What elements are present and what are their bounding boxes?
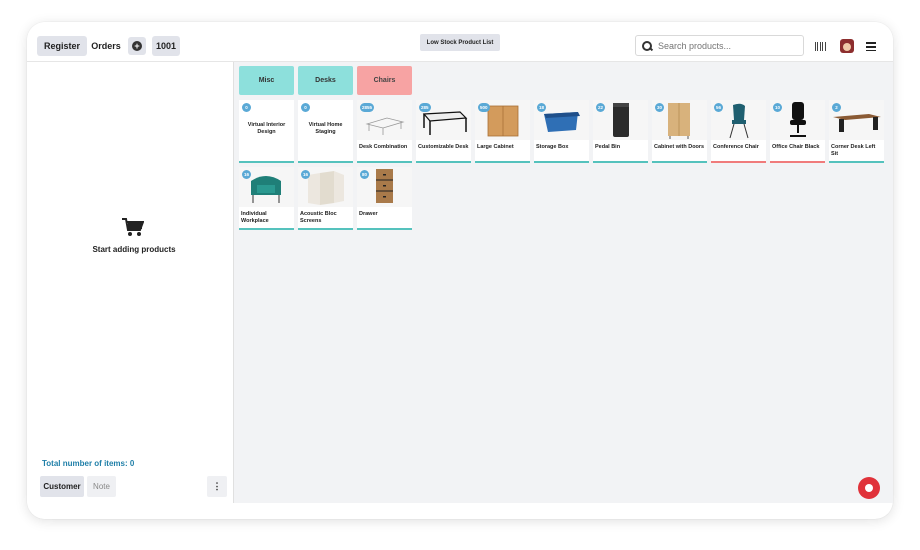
stock-status-bar	[475, 161, 530, 163]
stock-badge: 500	[478, 103, 490, 112]
stock-badge: 16	[301, 170, 311, 179]
product-card[interactable]: 80 Drawer	[357, 167, 412, 230]
product-card[interactable]: 0 Virtual Home Staging	[298, 100, 353, 163]
product-card[interactable]: 500 Large Cabinet	[475, 100, 530, 163]
stock-badge: 2	[832, 103, 841, 112]
stock-badge: 10	[773, 103, 783, 112]
register-tab[interactable]: Register	[37, 36, 87, 56]
order-number-tab[interactable]: 1001	[152, 36, 180, 56]
product-card[interactable]: 18 Storage Box	[534, 100, 589, 163]
search-input[interactable]	[658, 40, 798, 51]
product-name: Individual Workplace	[241, 211, 269, 224]
note-button[interactable]: Note	[87, 476, 116, 497]
product-grid-panel: Misc Desks Chairs 0 Virtual Interior Des…	[233, 62, 893, 503]
total-items-label: Total number of items: 0	[42, 459, 135, 468]
plus-circle-icon: +	[132, 41, 142, 51]
stock-badge: 18	[537, 103, 547, 112]
top-navbar: Register Orders + 1001 Low Stock Product…	[27, 22, 893, 62]
user-avatar[interactable]	[840, 39, 854, 53]
search-bar[interactable]	[635, 35, 804, 56]
category-desks[interactable]: Desks	[298, 66, 353, 95]
stock-badge: 22	[596, 103, 606, 112]
customer-button[interactable]: Customer	[40, 476, 84, 497]
stock-badge: 80	[360, 170, 370, 179]
product-name: Virtual Home Staging	[308, 122, 343, 135]
stock-status-bar	[239, 161, 294, 163]
empty-cart-message: Start adding products	[92, 245, 176, 254]
product-name: Cabinet with Doors	[654, 144, 705, 150]
stock-status-bar	[298, 161, 353, 163]
product-card[interactable]: 10 Office Chair Black	[770, 100, 825, 163]
product-name: Desk Combination	[359, 144, 408, 150]
stock-status-bar	[416, 161, 471, 163]
product-card[interactable]: 2855 Desk Combination	[357, 100, 412, 163]
stock-status-bar	[829, 161, 884, 163]
more-actions-button[interactable]: ⋮	[207, 476, 227, 497]
stock-badge: 16	[242, 170, 252, 179]
barcode-icon[interactable]	[815, 42, 827, 51]
product-name: Storage Box	[536, 144, 569, 150]
product-card[interactable]: 22 Pedal Bin	[593, 100, 648, 163]
stock-status-bar	[534, 161, 589, 163]
product-card[interactable]: 16 Acoustic Bloc Screens	[298, 167, 353, 230]
product-name: Conference Chair	[713, 144, 759, 150]
bug-icon[interactable]	[858, 477, 880, 499]
hamburger-menu-icon[interactable]	[866, 42, 876, 51]
stock-badge: 0	[301, 103, 310, 112]
product-name: Office Chair Black	[772, 144, 820, 150]
low-stock-button[interactable]: Low Stock Product List	[420, 34, 500, 51]
product-name: Corner Desk Left Sit	[831, 144, 876, 157]
product-card[interactable]: 30 Cabinet with Doors	[652, 100, 707, 163]
product-name: Drawer	[359, 211, 378, 217]
stock-status-bar	[711, 161, 766, 163]
stock-status-bar	[652, 161, 707, 163]
product-name: Large Cabinet	[477, 144, 514, 150]
orders-tab[interactable]: Orders	[89, 36, 123, 56]
stock-status-bar	[770, 161, 825, 163]
app-window: Register Orders + 1001 Low Stock Product…	[27, 22, 893, 519]
stock-badge: 2855	[360, 103, 375, 112]
category-misc[interactable]: Misc	[239, 66, 294, 95]
product-name: Virtual Interior Design	[247, 122, 286, 135]
search-icon	[642, 40, 652, 51]
stock-status-bar	[593, 161, 648, 163]
product-name: Acoustic Bloc Screens	[300, 211, 337, 224]
category-chairs[interactable]: Chairs	[357, 66, 412, 95]
stock-status-bar	[239, 228, 294, 230]
product-card[interactable]: 0 Virtual Interior Design	[239, 100, 294, 163]
stock-status-bar	[357, 228, 412, 230]
stock-badge: 56	[714, 103, 724, 112]
product-card[interactable]: 2 Corner Desk Left Sit	[829, 100, 884, 163]
product-name: Customizable Desk	[418, 144, 469, 150]
order-panel: Start adding products Total number of it…	[27, 62, 233, 519]
product-card[interactable]: 56 Conference Chair	[711, 100, 766, 163]
stock-badge: 30	[655, 103, 665, 112]
stock-badge: 285	[419, 103, 431, 112]
new-order-button[interactable]: +	[128, 37, 146, 55]
stock-status-bar	[298, 228, 353, 230]
stock-status-bar	[357, 161, 412, 163]
product-card[interactable]: 285 Customizable Desk	[416, 100, 471, 163]
product-card[interactable]: 16 Individual Workplace	[239, 167, 294, 230]
stock-badge: 0	[242, 103, 251, 112]
product-name: Pedal Bin	[595, 144, 621, 150]
cart-icon	[122, 218, 144, 236]
